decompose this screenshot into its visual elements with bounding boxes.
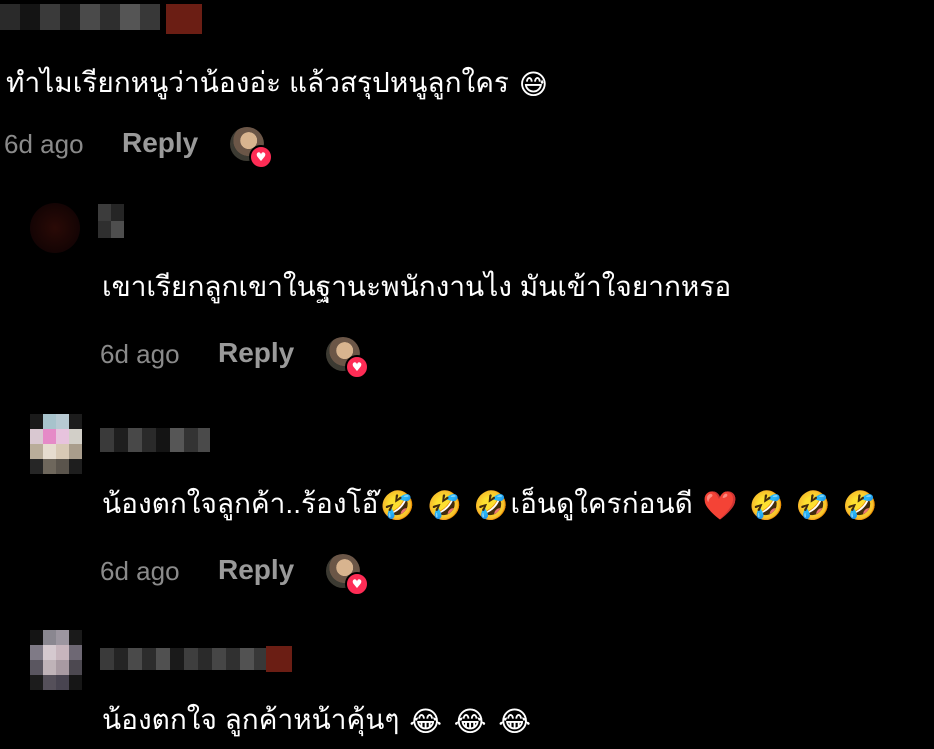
avatar-censored	[30, 414, 82, 474]
rofl-emoji-icon: 🤣	[749, 489, 785, 521]
comment-text: ทำไมเรียกหนูว่าน้องอ่ะ แล้วสรุปหนูลูกใคร…	[6, 67, 548, 100]
comment-text: น้องตกใจ ลูกค้าหน้าคุ้นๆ 😂 😂 😂	[102, 704, 531, 737]
badge-censored	[166, 4, 202, 34]
rofl-emoji-icon: 🤣	[427, 489, 462, 521]
joy-emoji-icon: 😂	[453, 705, 487, 737]
username-censored	[0, 4, 160, 30]
reply-button[interactable]: Reply	[218, 554, 294, 586]
joy-emoji-icon: 😂	[409, 705, 442, 737]
username-censored	[100, 648, 266, 670]
joy-emoji-icon: 😂	[498, 705, 531, 737]
reply-button[interactable]: Reply	[122, 127, 198, 159]
rofl-emoji-icon: 🤣	[380, 489, 416, 521]
badge-censored	[266, 646, 292, 672]
comment-text: เขาเรียกลูกเขาในฐานะพนักงานไง มันเข้าใจย…	[102, 271, 732, 302]
creator-liked-heart-icon: ♥	[345, 355, 369, 379]
sweat-smile-emoji-icon: 😅	[518, 68, 548, 100]
comment-timestamp: 6d ago	[4, 129, 84, 159]
creator-liked-heart-icon: ♥	[249, 145, 273, 169]
username-censored	[98, 204, 124, 238]
rofl-emoji-icon: 🤣	[842, 489, 878, 521]
username-censored	[100, 428, 210, 452]
avatar-censored	[30, 630, 82, 690]
creator-liked-heart-icon: ♥	[345, 572, 369, 596]
heart-emoji-icon: ❤️	[702, 489, 738, 521]
comment-timestamp: 6d ago	[100, 339, 180, 369]
comment-timestamp: 6d ago	[100, 556, 180, 586]
reply-button[interactable]: Reply	[218, 337, 294, 369]
avatar-censored	[30, 203, 80, 253]
rofl-emoji-icon: 🤣	[473, 489, 509, 521]
comment-text: น้องตกใจลูกค้า..ร้องโอ๊🤣 🤣 🤣เอ็นดูใครก่อ…	[102, 488, 878, 521]
rofl-emoji-icon: 🤣	[795, 489, 831, 521]
